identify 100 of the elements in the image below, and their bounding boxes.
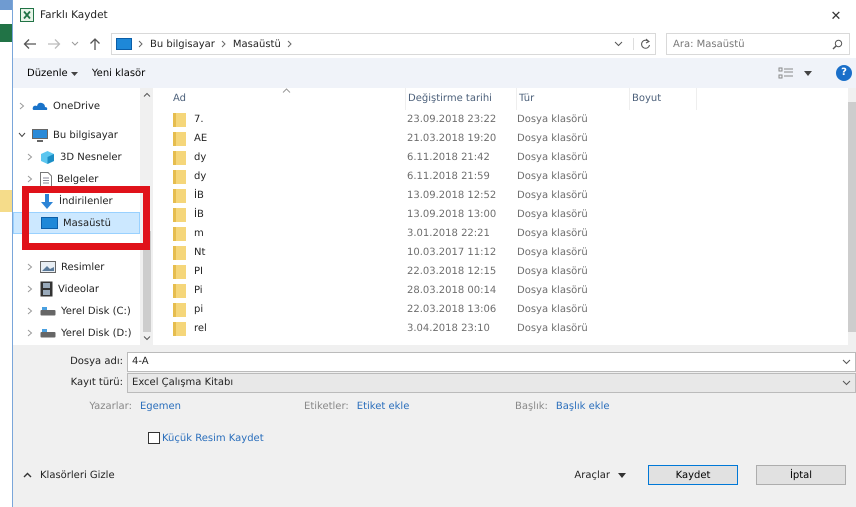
chevron-down-icon[interactable] <box>18 132 26 138</box>
dropdown-icon[interactable] <box>842 380 851 386</box>
column-header[interactable]: Değiştirme tarihi <box>406 88 517 110</box>
table-cell-text: 28.03.2018 00:14 <box>406 285 498 296</box>
field-label: Dosya adı: <box>69 356 124 367</box>
drive-icon <box>40 306 56 316</box>
sidebar-item[interactable]: İndirilenler <box>13 190 140 212</box>
caret-icon[interactable] <box>804 70 812 76</box>
tools-menu[interactable]: Araçlar <box>574 470 610 480</box>
table-cell-text: Dosya klasörü <box>516 190 589 201</box>
table-cell-text: Dosya klasörü <box>516 285 589 296</box>
dropdown-icon[interactable] <box>842 358 851 364</box>
folder-icon <box>173 112 186 126</box>
column-header[interactable]: Tür <box>517 88 630 110</box>
up-icon[interactable] <box>89 37 101 51</box>
chevron-right-icon[interactable] <box>19 102 25 110</box>
scroll-up-icon[interactable] <box>142 92 150 97</box>
column-header[interactable]: Ad <box>171 88 406 110</box>
table-cell-text: 6.11.2018 21:59 <box>406 171 491 182</box>
file-name[interactable]: m <box>194 228 204 239</box>
document-icon <box>40 172 52 186</box>
chevron-right-icon <box>138 40 144 48</box>
sidebar-item[interactable]: 3D Nesneler <box>13 146 140 168</box>
table-cell-text: 13.09.2018 12:52 <box>406 190 498 201</box>
dropdown-icon[interactable] <box>614 41 623 47</box>
cube-icon <box>40 150 55 164</box>
table-cell-text: Dosya klasörü <box>516 304 589 315</box>
checkbox[interactable] <box>148 432 160 444</box>
file-name-field[interactable]: 4-A <box>127 352 856 372</box>
chevron-right-icon[interactable] <box>27 175 33 183</box>
caret-icon[interactable] <box>618 472 626 478</box>
scroll-down-icon[interactable] <box>142 336 150 341</box>
file-name[interactable]: Nt <box>194 247 206 258</box>
download-icon <box>40 194 54 208</box>
desktop-icon <box>116 38 132 50</box>
sidebar-item[interactable]: Videolar <box>13 278 140 300</box>
close-button[interactable]: ✕ <box>816 1 856 29</box>
file-name[interactable]: AE <box>194 133 208 144</box>
cancel-button[interactable]: İptal <box>756 465 846 485</box>
hide-folders-button[interactable]: Klasörleri Gizle <box>40 470 115 480</box>
chevron-right-icon[interactable] <box>27 263 33 271</box>
chevron-right-icon <box>286 40 293 48</box>
help-button[interactable]: ? <box>836 65 852 81</box>
field-label: Kayıt türü: <box>70 377 124 388</box>
organize-button[interactable]: Düzenle <box>25 68 80 78</box>
sidebar-item[interactable]: Resimler <box>13 256 140 278</box>
sidebar-item[interactable]: Belgeler <box>13 168 140 190</box>
file-type-dropdown[interactable]: Excel Çalışma Kitabı <box>127 372 856 392</box>
file-name[interactable]: Pi <box>194 285 203 296</box>
address-bar[interactable]: Bu bilgisayar Masaüstü <box>111 33 656 55</box>
table-cell-text: 21.03.2018 19:20 <box>406 133 498 144</box>
sidebar-item[interactable]: Yerel Disk (D:) <box>13 322 140 344</box>
checkbox-label[interactable]: Küçük Resim Kaydet <box>162 432 264 444</box>
sidebar-item[interactable]: Yerel Disk (C:) <box>13 300 140 322</box>
save-button[interactable]: Kaydet <box>648 465 738 485</box>
link[interactable]: Etiket ekle <box>356 400 410 412</box>
folder-icon <box>173 322 186 336</box>
view-icon[interactable] <box>778 67 794 79</box>
caret-icon[interactable] <box>70 72 78 76</box>
cloud-icon <box>32 101 48 111</box>
search-icon <box>832 38 843 50</box>
sidebar-item[interactable]: Masaüstü <box>13 212 140 234</box>
field-label: Yazarlar: <box>89 400 132 412</box>
link[interactable]: Başlık ekle <box>556 400 610 412</box>
file-name[interactable]: dy <box>194 171 206 182</box>
file-name[interactable]: İB <box>194 209 204 220</box>
excel-icon <box>20 8 34 22</box>
table-cell-text: Dosya klasörü <box>516 171 589 182</box>
chevron-right-icon[interactable] <box>27 307 33 315</box>
chevron-right-icon[interactable] <box>27 153 33 161</box>
chevron-up-icon[interactable] <box>23 472 32 478</box>
folder-icon <box>173 170 186 184</box>
folder-icon <box>173 188 186 202</box>
table-cell-text: 22.03.2018 13:06 <box>406 304 498 315</box>
chevron-right-icon[interactable] <box>27 329 33 337</box>
chevron-right-icon[interactable] <box>27 285 33 293</box>
refresh-icon[interactable] <box>633 38 651 50</box>
table-cell-text: Dosya klasörü <box>516 323 589 334</box>
file-name[interactable]: 7. <box>194 114 204 125</box>
back-icon[interactable] <box>23 38 37 50</box>
search-field[interactable]: Ara: Masaüstü <box>666 33 850 55</box>
table-cell-text: Dosya klasörü <box>516 209 589 220</box>
folder-icon <box>173 284 186 298</box>
file-name[interactable]: rel <box>194 323 207 334</box>
sidebar-item[interactable]: Bu bilgisayar <box>13 124 140 146</box>
file-name[interactable]: dy <box>194 152 206 163</box>
folder-icon <box>173 226 186 240</box>
file-name[interactable]: İB <box>194 190 204 201</box>
file-name[interactable]: pi <box>194 304 204 315</box>
sidebar-item[interactable]: OneDrive <box>13 95 140 117</box>
new-folder-button[interactable]: Yeni klasör <box>90 68 148 78</box>
drive-icon <box>40 328 56 338</box>
file-name[interactable]: PI <box>194 266 203 277</box>
folder-icon <box>173 208 186 222</box>
breadcrumb[interactable]: Masaüstü <box>232 38 281 50</box>
column-header[interactable]: Boyut <box>630 88 697 110</box>
window-title: Farklı Kaydet <box>40 9 108 21</box>
breadcrumb[interactable]: Bu bilgisayar <box>150 38 215 50</box>
table-cell-text: 23.09.2018 23:22 <box>406 114 498 125</box>
link[interactable]: Egemen <box>140 400 181 412</box>
